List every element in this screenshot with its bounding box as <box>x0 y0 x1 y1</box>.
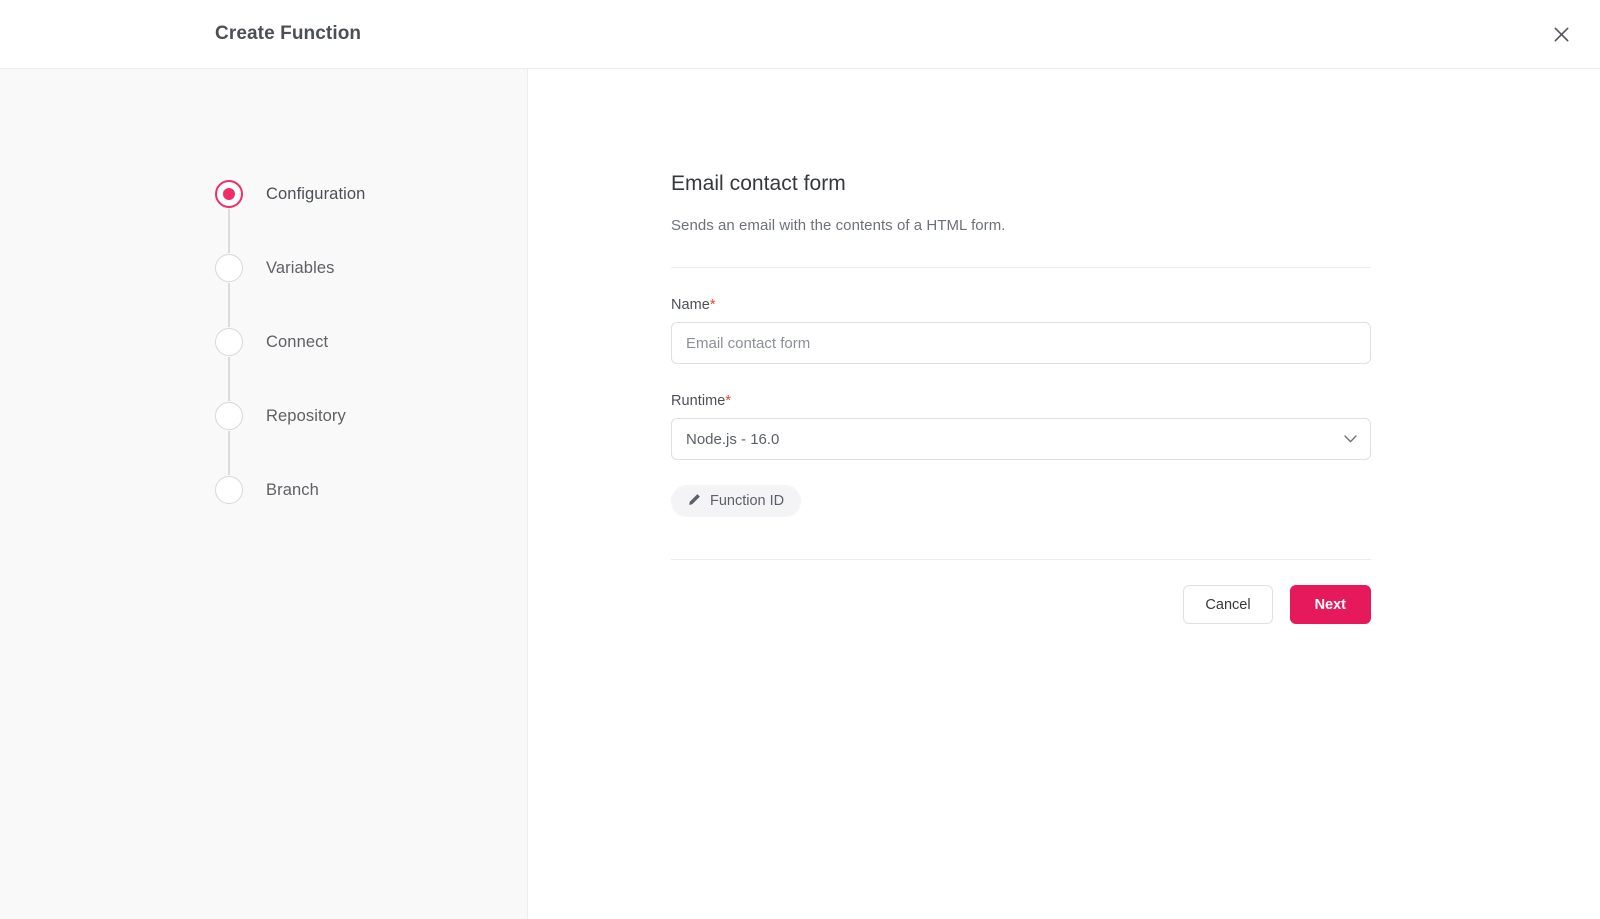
runtime-field-label: Runtime* <box>671 393 1371 409</box>
name-field-label: Name* <box>671 297 1371 313</box>
content-subtitle: Sends an email with the contents of a HT… <box>671 217 1006 234</box>
close-icon <box>1554 27 1569 42</box>
step-label-repository: Repository <box>266 406 346 425</box>
radio-empty-icon <box>215 402 243 430</box>
radio-selected-icon <box>215 180 243 208</box>
step-connector <box>215 283 243 327</box>
required-asterisk: * <box>709 297 716 313</box>
radio-empty-icon <box>215 476 243 504</box>
action-bar: Cancel Next <box>671 585 1371 624</box>
sidebar-item-configuration[interactable]: Configuration <box>215 179 527 209</box>
top-divider <box>671 267 1371 268</box>
bottom-divider <box>671 559 1371 560</box>
create-function-modal: Create Function Configuration Variables <box>0 0 1600 919</box>
step-label-configuration: Configuration <box>266 184 366 203</box>
name-label-text: Name <box>671 297 710 313</box>
runtime-select-wrapper: Node.js - 16.0 <box>671 418 1371 460</box>
sidebar-item-connect[interactable]: Connect <box>215 327 527 357</box>
radio-empty-icon <box>215 254 243 282</box>
runtime-selected-value: Node.js - 16.0 <box>686 430 780 448</box>
sidebar-item-repository[interactable]: Repository <box>215 401 527 431</box>
page-title: Create Function <box>215 23 362 44</box>
modal-body: Configuration Variables Connect Reposito… <box>0 69 1600 919</box>
modal-header: Create Function <box>0 0 1600 69</box>
runtime-field-group: Runtime* Node.js - 16.0 <box>671 393 1371 460</box>
close-button[interactable] <box>1544 17 1578 51</box>
content-title: Email contact form <box>671 172 846 195</box>
step-label-variables: Variables <box>266 258 335 277</box>
step-label-branch: Branch <box>266 480 319 499</box>
step-connector <box>215 431 243 475</box>
step-connector <box>215 357 243 401</box>
pencil-icon <box>688 493 701 510</box>
name-field-group: Name* <box>671 297 1371 364</box>
wizard-sidebar: Configuration Variables Connect Reposito… <box>0 69 528 919</box>
step-list: Configuration Variables Connect Reposito… <box>0 179 527 505</box>
runtime-label-text: Runtime <box>671 393 726 409</box>
function-id-button[interactable]: Function ID <box>671 485 802 517</box>
step-label-connect: Connect <box>266 332 329 351</box>
step-connector <box>215 209 243 253</box>
wizard-content: Email contact form Sends an email with t… <box>528 69 1600 919</box>
function-id-label: Function ID <box>710 493 785 509</box>
name-input[interactable] <box>671 322 1371 364</box>
sidebar-item-variables[interactable]: Variables <box>215 253 527 283</box>
runtime-select[interactable]: Node.js - 16.0 <box>671 418 1371 460</box>
required-asterisk: * <box>725 393 732 409</box>
radio-empty-icon <box>215 328 243 356</box>
next-button[interactable]: Next <box>1289 585 1371 624</box>
cancel-button[interactable]: Cancel <box>1183 585 1273 624</box>
sidebar-item-branch[interactable]: Branch <box>215 475 527 505</box>
